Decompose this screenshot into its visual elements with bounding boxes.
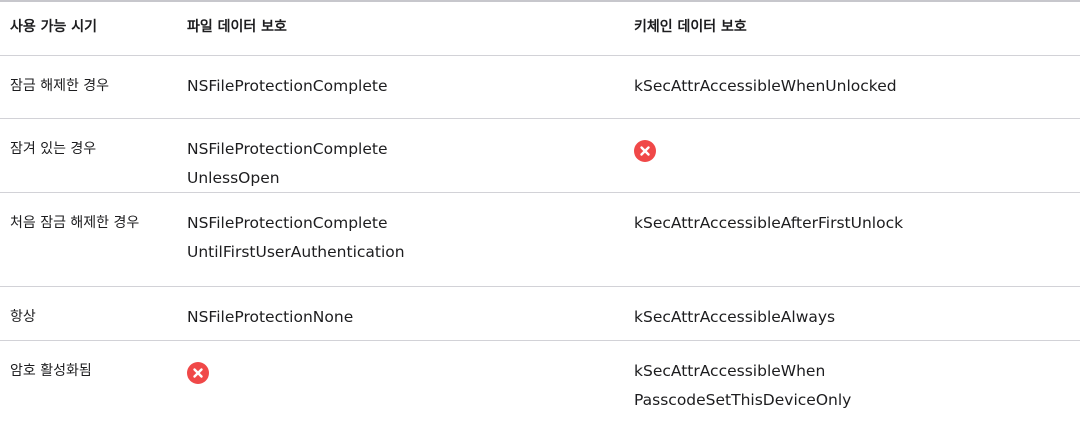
- availability-cell: 항상: [10, 309, 36, 325]
- file-protection-cell: NSFileProtectionNone: [187, 287, 634, 340]
- file-protection-value: NSFileProtectionNone: [187, 308, 354, 326]
- file-protection-value-line2: UntilFirstUserAuthentication: [187, 243, 405, 261]
- keychain-protection-cell: kSecAttrAccessibleWhen PasscodeSetThisDe…: [634, 341, 1080, 431]
- table-row: 암호 활성화됨 kSecAttrAccessibleWhen PasscodeS…: [0, 341, 1080, 431]
- x-circle-icon: [634, 140, 656, 162]
- table-row: 항상 NSFileProtectionNone kSecAttrAccessib…: [0, 287, 1080, 341]
- column-header-file-protection: 파일 데이터 보호: [187, 19, 287, 35]
- table-row: 처음 잠금 해제한 경우 NSFileProtectionComplete Un…: [0, 193, 1080, 287]
- keychain-protection-cell: [634, 119, 1080, 192]
- column-header-keychain-protection: 키체인 데이터 보호: [634, 19, 747, 35]
- keychain-protection-value: kSecAttrAccessibleAfterFirstUnlock: [634, 214, 904, 232]
- file-protection-cell: NSFileProtectionComplete: [187, 56, 634, 118]
- column-header-availability: 사용 가능 시기: [10, 19, 98, 35]
- file-protection-value-line1: NSFileProtectionComplete: [187, 140, 388, 158]
- keychain-protection-cell: kSecAttrAccessibleAlways: [634, 287, 1080, 340]
- table-row: 잠금 해제한 경우 NSFileProtectionComplete kSecA…: [0, 56, 1080, 119]
- file-protection-cell: NSFileProtectionComplete UnlessOpen: [187, 119, 634, 192]
- file-protection-value-line1: NSFileProtectionComplete: [187, 214, 388, 232]
- file-protection-value-line2: UnlessOpen: [187, 169, 280, 187]
- keychain-protection-cell: kSecAttrAccessibleWhenUnlocked: [634, 56, 1080, 118]
- table-row: 잠겨 있는 경우 NSFileProtectionComplete Unless…: [0, 119, 1080, 193]
- x-circle-icon: [187, 362, 209, 384]
- availability-cell: 잠금 해제한 경우: [10, 78, 110, 94]
- keychain-protection-value: kSecAttrAccessibleAlways: [634, 308, 836, 326]
- table-header-row: 사용 가능 시기 파일 데이터 보호 키체인 데이터 보호: [0, 2, 1080, 56]
- keychain-protection-value: kSecAttrAccessibleWhenUnlocked: [634, 77, 897, 95]
- protection-class-table: 사용 가능 시기 파일 데이터 보호 키체인 데이터 보호 잠금 해제한 경우 …: [0, 0, 1080, 431]
- file-protection-value: NSFileProtectionComplete: [187, 77, 388, 95]
- availability-cell: 잠겨 있는 경우: [10, 141, 97, 157]
- keychain-protection-value-line2: PasscodeSetThisDeviceOnly: [634, 391, 852, 409]
- file-protection-cell: NSFileProtectionComplete UntilFirstUserA…: [187, 193, 634, 286]
- keychain-protection-cell: kSecAttrAccessibleAfterFirstUnlock: [634, 193, 1080, 286]
- availability-cell: 처음 잠금 해제한 경우: [10, 215, 140, 231]
- keychain-protection-value-line1: kSecAttrAccessibleWhen: [634, 362, 826, 380]
- availability-cell: 암호 활성화됨: [10, 363, 92, 379]
- file-protection-cell: [187, 341, 634, 431]
